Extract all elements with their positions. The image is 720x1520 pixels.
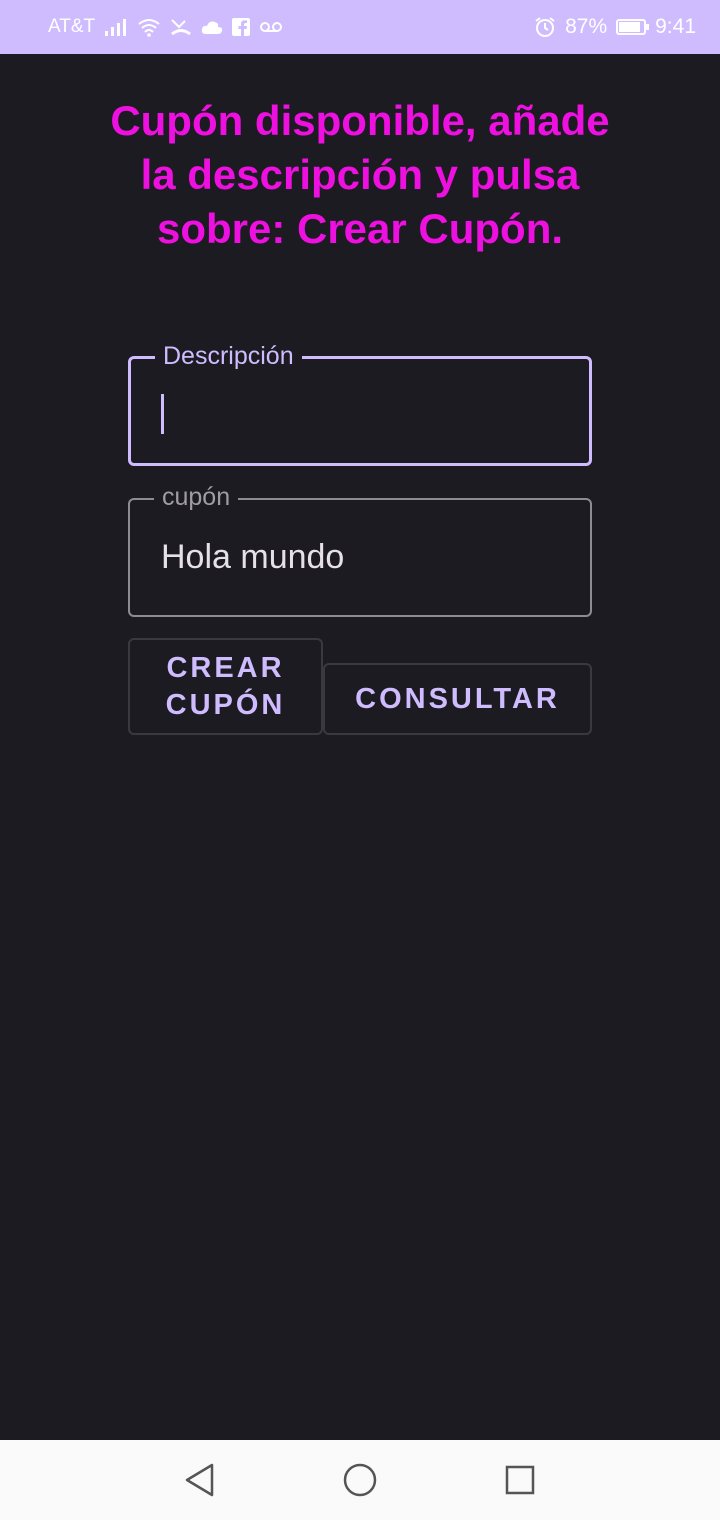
home-icon[interactable] xyxy=(342,1462,378,1498)
signal-icon xyxy=(104,17,128,37)
alarm-icon xyxy=(534,16,556,38)
status-bar-left: AT&T xyxy=(48,16,283,38)
recents-icon[interactable] xyxy=(502,1462,538,1498)
clock: 9:41 xyxy=(655,15,696,38)
battery-percent: 87% xyxy=(565,15,608,38)
navigation-bar xyxy=(0,1440,720,1520)
voicemail-icon xyxy=(259,20,283,34)
wifi-icon xyxy=(137,17,161,37)
status-bar: AT&T 87% 9:41 xyxy=(0,0,720,54)
missed-call-icon xyxy=(170,17,192,37)
consult-button[interactable]: CONSULTAR xyxy=(323,663,592,735)
status-bar-right: 87% 9:41 xyxy=(534,15,696,39)
cloud-icon xyxy=(201,19,223,35)
battery-icon xyxy=(616,19,650,35)
page-title: Cupón disponible, añade la descripción y… xyxy=(110,97,610,252)
facebook-icon xyxy=(232,18,251,36)
coupon-field[interactable]: cupón xyxy=(128,480,592,617)
create-coupon-button[interactable]: CREAR CUPÓN xyxy=(128,638,323,735)
back-icon[interactable] xyxy=(182,1462,218,1498)
description-field[interactable]: Descripción xyxy=(128,339,592,466)
carrier-label: AT&T xyxy=(48,16,96,37)
coupon-input[interactable] xyxy=(130,500,590,615)
description-input[interactable] xyxy=(131,359,589,463)
battery-level xyxy=(619,22,640,32)
